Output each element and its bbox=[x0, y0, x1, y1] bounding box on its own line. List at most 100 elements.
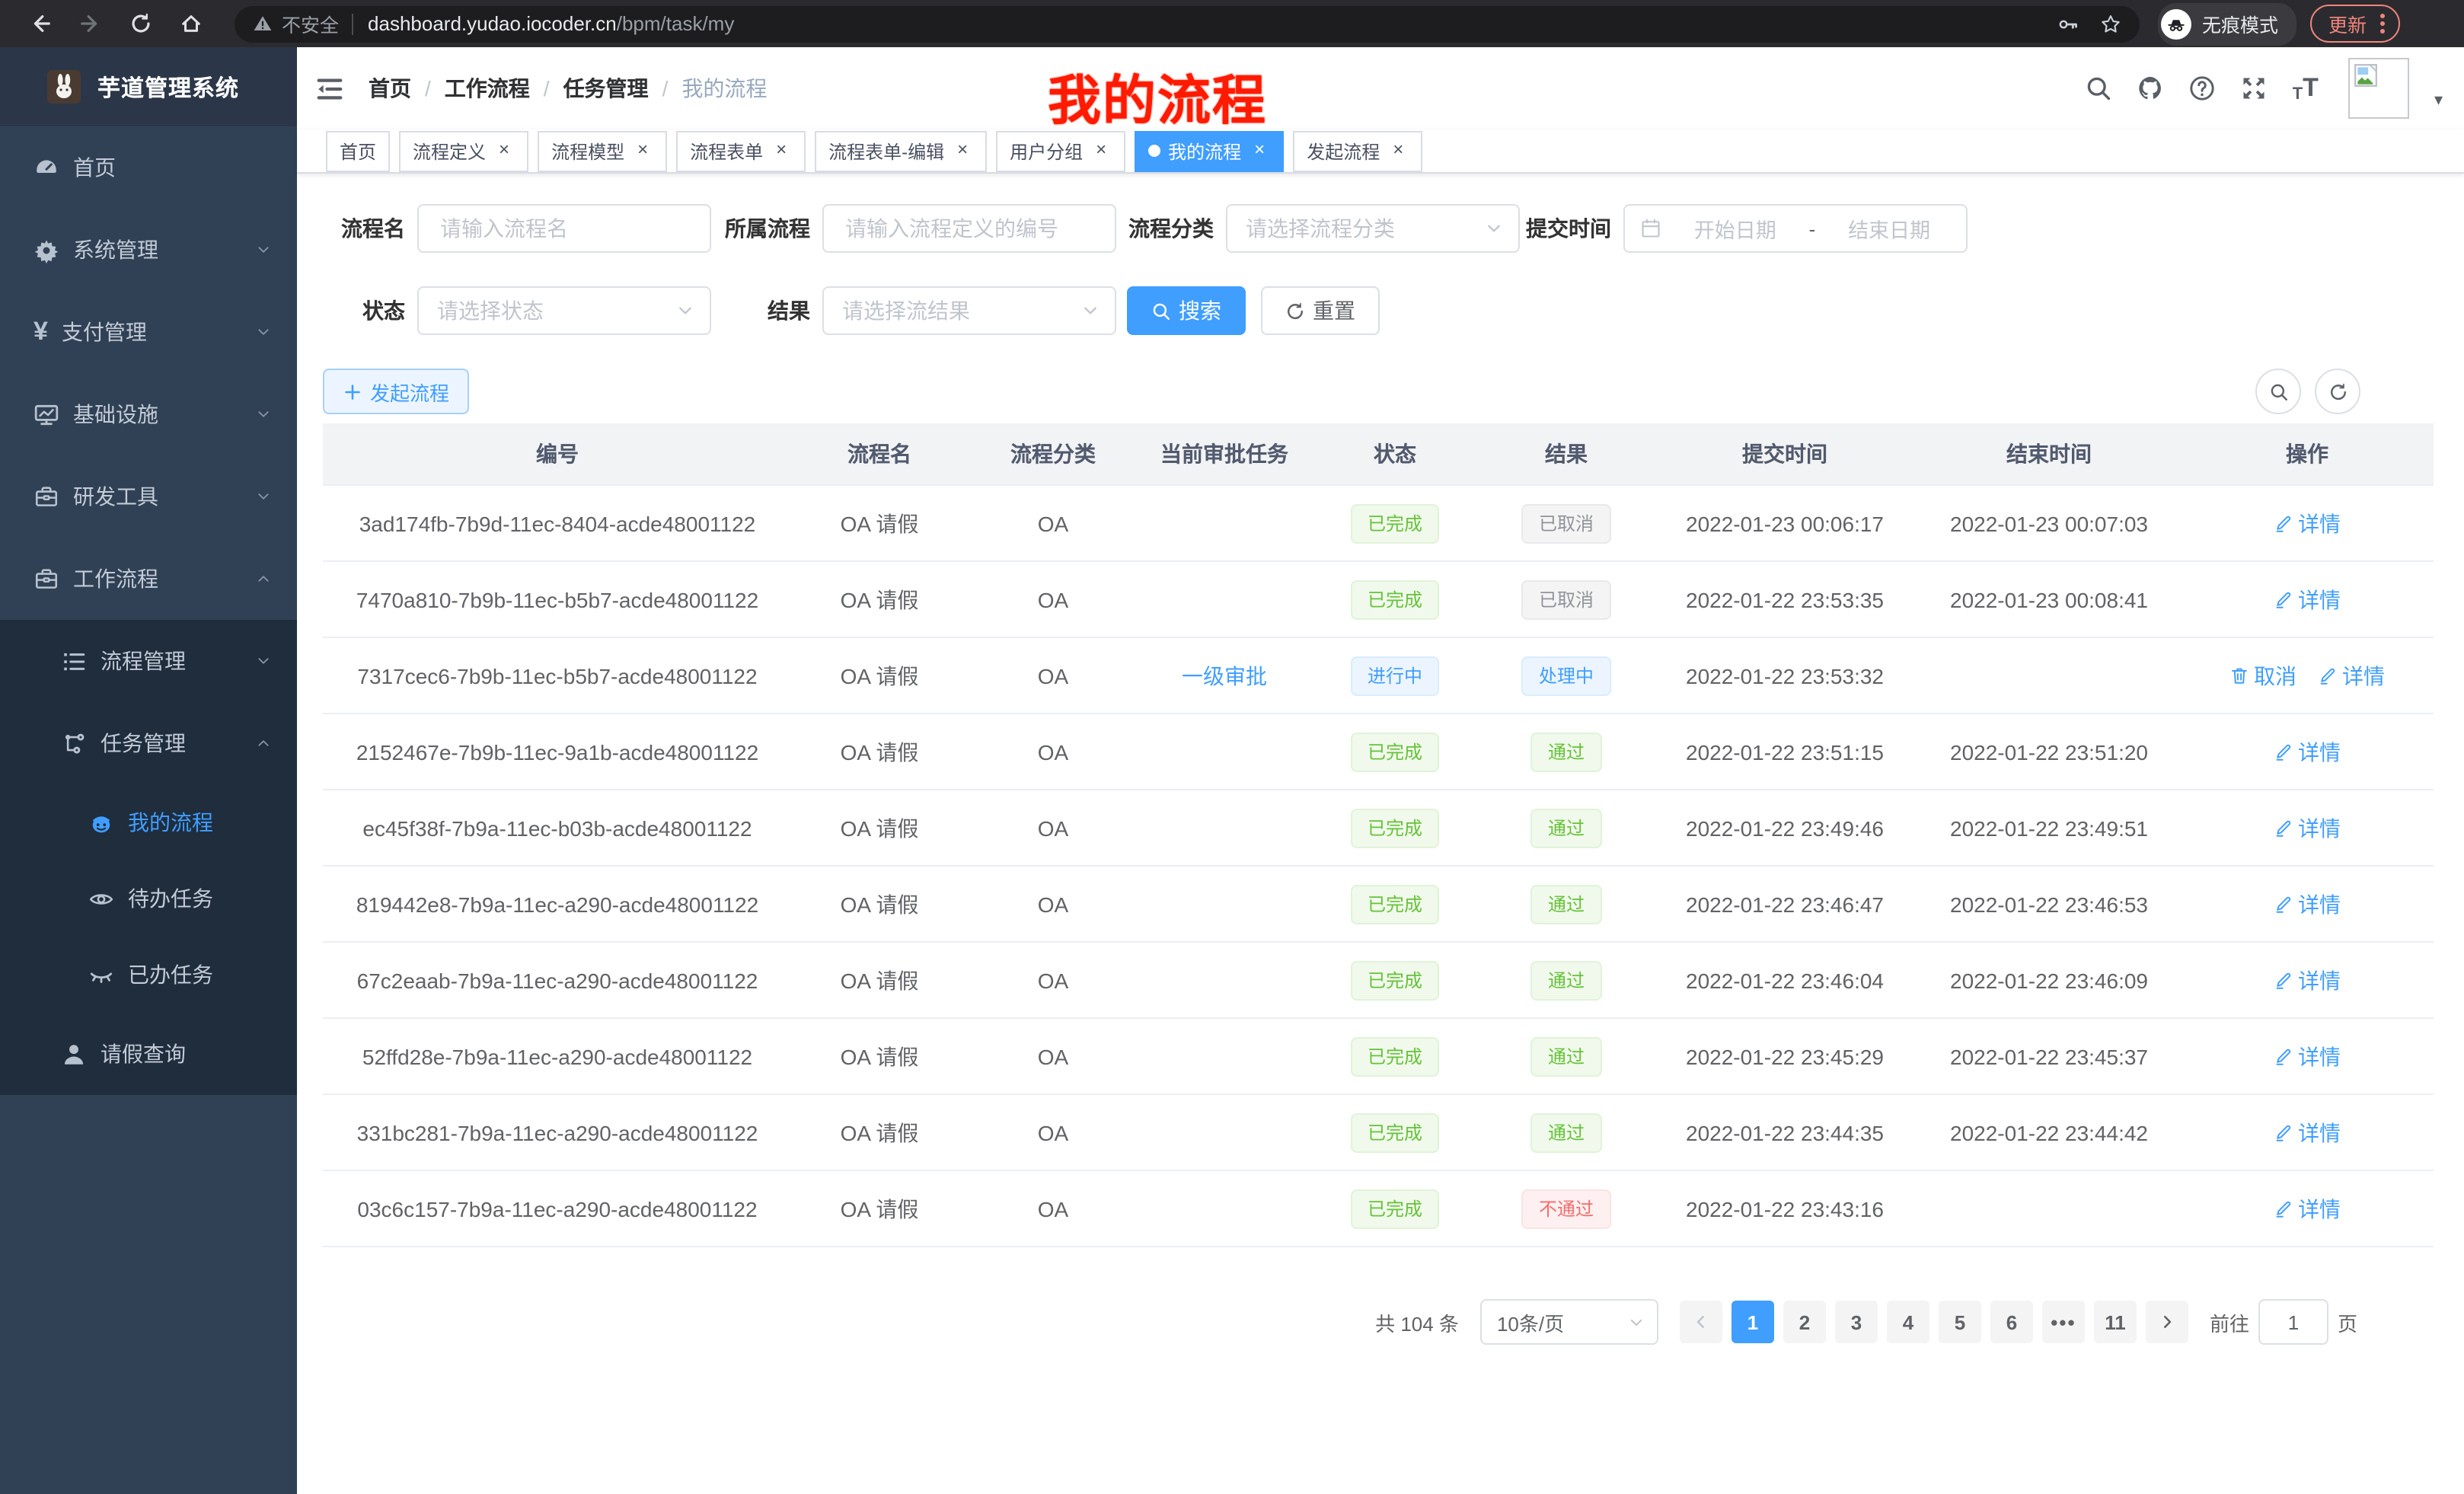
cell-category: OA bbox=[967, 1018, 1139, 1094]
browser-back-icon[interactable] bbox=[29, 12, 52, 35]
detail-action-link[interactable]: 详情 bbox=[2274, 508, 2341, 538]
cell-submit-time: 2022-01-22 23:44:35 bbox=[1652, 1094, 1917, 1170]
cell-current-task bbox=[1139, 1094, 1310, 1170]
tab-close-icon[interactable]: × bbox=[493, 140, 515, 161]
detail-action-link[interactable]: 详情 bbox=[2274, 965, 2341, 995]
browser-update-button[interactable]: 更新 bbox=[2310, 5, 2400, 43]
goto-page-input[interactable] bbox=[2258, 1299, 2328, 1345]
password-key-icon[interactable] bbox=[2057, 13, 2079, 34]
sidebar-item-infrastructure[interactable]: 基础设施 bbox=[0, 373, 297, 455]
start-process-button[interactable]: 发起流程 bbox=[323, 369, 469, 414]
tab-process-model[interactable]: 流程模型× bbox=[538, 130, 667, 171]
category-select[interactable]: 请选择流程分类 bbox=[1226, 204, 1520, 253]
address-bar[interactable]: 不安全 dashboard.yudao.iocoder.cn /bpm/task… bbox=[235, 5, 2140, 42]
tab-process-form-edit[interactable]: 流程表单-编辑× bbox=[815, 130, 987, 171]
status-select[interactable]: 请选择状态 bbox=[417, 286, 711, 335]
cell-result: 不通过 bbox=[1480, 1170, 1652, 1247]
tab-close-icon[interactable]: × bbox=[1249, 140, 1270, 161]
hamburger-icon[interactable] bbox=[315, 74, 344, 103]
detail-action-link[interactable]: 详情 bbox=[2274, 1041, 2341, 1071]
sidebar-item-leave-query[interactable]: 请假查询 bbox=[0, 1013, 297, 1095]
tab-home[interactable]: 首页 bbox=[326, 130, 390, 171]
detail-action-link[interactable]: 详情 bbox=[2318, 660, 2385, 691]
avatar-caret-down-icon[interactable]: ▾ bbox=[2434, 89, 2443, 109]
fullscreen-icon[interactable] bbox=[2241, 75, 2268, 102]
search-button[interactable]: 搜索 bbox=[1127, 286, 1246, 335]
sidebar-item-process-mgmt[interactable]: 流程管理 bbox=[0, 620, 297, 702]
sidebar-item-todo-tasks[interactable]: 待办任务 bbox=[0, 860, 297, 937]
breadcrumb-item[interactable]: 任务管理 bbox=[563, 73, 649, 104]
page-button-4[interactable]: 4 bbox=[1887, 1301, 1929, 1343]
breadcrumb-item[interactable]: 首页 bbox=[369, 73, 411, 104]
show-search-toggle-button[interactable] bbox=[2255, 369, 2301, 414]
detail-action-link[interactable]: 详情 bbox=[2274, 1117, 2341, 1148]
page-button-2[interactable]: 2 bbox=[1783, 1301, 1826, 1343]
status-badge: 已完成 bbox=[1351, 503, 1439, 543]
tab-my-process[interactable]: 我的流程× bbox=[1135, 130, 1284, 171]
tab-user-group[interactable]: 用户分组× bbox=[996, 130, 1125, 171]
browser-reload-icon[interactable] bbox=[129, 12, 152, 35]
detail-action-link[interactable]: 详情 bbox=[2274, 812, 2341, 843]
detail-action-link[interactable]: 详情 bbox=[2274, 584, 2341, 615]
tab-process-definition[interactable]: 流程定义× bbox=[399, 130, 528, 171]
submit-time-range-picker[interactable]: 开始日期 - 结束日期 bbox=[1623, 204, 1968, 253]
sidebar-item-label: 请假查询 bbox=[101, 1039, 186, 1069]
pagination-total: 共 104 条 bbox=[1375, 1307, 1459, 1336]
sidebar-item-dev-tools[interactable]: 研发工具 bbox=[0, 455, 297, 538]
page-button-1[interactable]: 1 bbox=[1732, 1301, 1774, 1343]
robot-icon bbox=[88, 809, 114, 835]
tab-close-icon[interactable]: × bbox=[771, 140, 792, 161]
page-size-select[interactable]: 10条/页 bbox=[1480, 1299, 1658, 1345]
page-ellipsis[interactable]: ••• bbox=[2042, 1301, 2085, 1343]
sidebar-item-my-process[interactable]: 我的流程 bbox=[0, 784, 297, 860]
page-button-5[interactable]: 5 bbox=[1939, 1301, 1981, 1343]
font-size-icon[interactable]: TT bbox=[2293, 73, 2319, 104]
reset-button[interactable]: 重置 bbox=[1261, 286, 1380, 335]
result-select[interactable]: 请选择流结果 bbox=[822, 286, 1116, 335]
sidebar-submenu: 流程管理任务管理我的流程待办任务已办任务请假查询 bbox=[0, 620, 297, 1095]
tab-close-icon[interactable]: × bbox=[952, 140, 973, 161]
breadcrumb-item[interactable]: 工作流程 bbox=[445, 73, 530, 104]
page-button-11[interactable]: 11 bbox=[2094, 1301, 2137, 1343]
page-button-3[interactable]: 3 bbox=[1835, 1301, 1878, 1343]
chevron-down-icon bbox=[256, 324, 271, 340]
docs-help-icon[interactable] bbox=[2189, 75, 2217, 102]
tab-process-form[interactable]: 流程表单× bbox=[676, 130, 806, 171]
process-definition-input[interactable] bbox=[842, 215, 1096, 242]
sidebar-item-home[interactable]: 首页 bbox=[0, 126, 297, 209]
sidebar-item-payment-mgmt[interactable]: ¥支付管理 bbox=[0, 291, 297, 373]
browser-forward-icon[interactable] bbox=[79, 12, 102, 35]
cancel-action-link[interactable]: 取消 bbox=[2229, 660, 2296, 691]
detail-action-link[interactable]: 详情 bbox=[2274, 889, 2341, 919]
cell-category: OA bbox=[967, 713, 1139, 790]
tab-bar: 首页流程定义×流程模型×流程表单×流程表单-编辑×用户分组×我的流程×发起流程× bbox=[297, 129, 2464, 174]
tab-close-icon[interactable]: × bbox=[1090, 140, 1112, 161]
page-button-6[interactable]: 6 bbox=[1990, 1301, 2033, 1343]
refresh-table-button[interactable] bbox=[2315, 369, 2360, 414]
sidebar-item-task-mgmt[interactable]: 任务管理 bbox=[0, 702, 297, 784]
detail-action-link[interactable]: 详情 bbox=[2274, 1193, 2341, 1224]
sidebar-item-done-tasks[interactable]: 已办任务 bbox=[0, 937, 297, 1013]
current-task-link[interactable]: 一级审批 bbox=[1182, 663, 1267, 688]
sidebar-item-workflow[interactable]: 工作流程 bbox=[0, 538, 297, 620]
github-icon[interactable] bbox=[2137, 75, 2165, 102]
prev-page-button[interactable] bbox=[1680, 1301, 1722, 1343]
next-page-button[interactable] bbox=[2146, 1301, 2188, 1343]
tab-close-icon[interactable]: × bbox=[1387, 140, 1409, 161]
logo-row[interactable]: 芋道管理系统 bbox=[0, 47, 297, 126]
incognito-label: 无痕模式 bbox=[2202, 9, 2278, 38]
browser-home-icon[interactable] bbox=[180, 12, 203, 35]
process-name-input[interactable] bbox=[437, 215, 691, 242]
sidebar-item-system-mgmt[interactable]: 系统管理 bbox=[0, 209, 297, 291]
bookmark-star-icon[interactable] bbox=[2100, 13, 2121, 34]
chevron-down-icon bbox=[256, 489, 271, 504]
header-search-icon[interactable] bbox=[2086, 75, 2113, 102]
tab-close-icon[interactable]: × bbox=[632, 140, 653, 161]
detail-action-link[interactable]: 详情 bbox=[2274, 736, 2341, 767]
cell-process-name: OA 请假 bbox=[792, 866, 967, 942]
tab-start-process[interactable]: 发起流程× bbox=[1293, 130, 1422, 171]
sidebar-item-label: 工作流程 bbox=[73, 563, 158, 594]
browser-menu-icon[interactable] bbox=[2380, 14, 2385, 34]
user-avatar[interactable] bbox=[2349, 58, 2410, 119]
filter-label-status: 状态 bbox=[323, 295, 405, 326]
